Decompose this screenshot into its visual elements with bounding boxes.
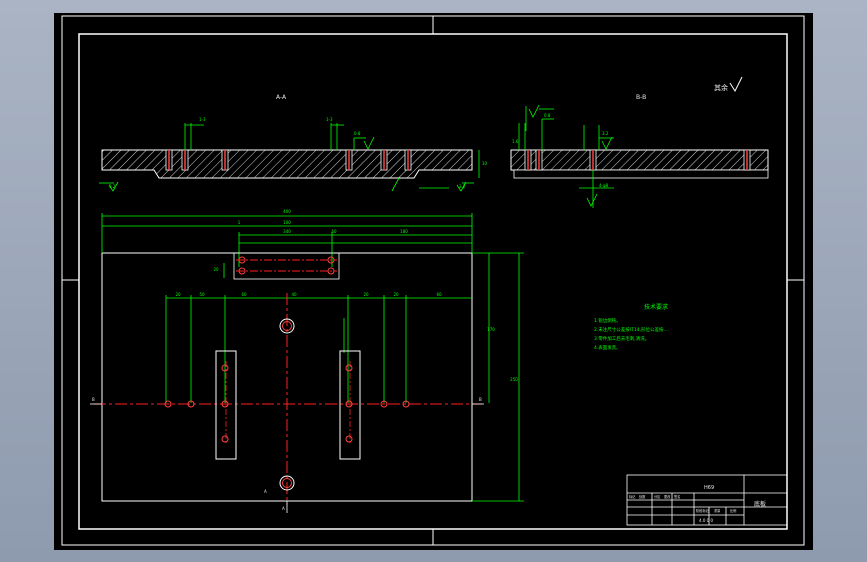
tech-req-line-1: 1.锐边倒钝。	[594, 317, 621, 324]
inner-border	[78, 33, 788, 530]
technical-requirements: 技术要求 1.锐边倒钝。 2.未注尺寸公差按IT14,形位公差按... 3.零件…	[594, 303, 668, 351]
svg-text:重量: 重量	[714, 508, 721, 513]
part-code: H69	[704, 485, 714, 491]
svg-text:A: A	[282, 506, 285, 511]
svg-text:3.2: 3.2	[459, 184, 466, 189]
roughness-note: 其余	[714, 76, 743, 93]
drawing-canvas: A-A 1-3 1-3 0.810 3.2 3.2 B-B 1.60.8 3.2…	[61, 15, 805, 546]
svg-text:4-φ8: 4-φ8	[599, 183, 609, 188]
section-label-a: A-A	[276, 94, 287, 101]
svg-text:阶段标记: 阶段标记	[696, 508, 710, 513]
svg-text:比例: 比例	[730, 508, 736, 513]
svg-text:20: 20	[175, 292, 181, 297]
svg-text:50: 50	[199, 292, 205, 297]
section-label-b: B-B	[636, 94, 646, 101]
svg-text:1-3: 1-3	[326, 117, 333, 122]
scale-row: 4.0 0 0	[699, 518, 713, 523]
svg-text:0.8: 0.8	[354, 131, 361, 136]
svg-text:1-3: 1-3	[199, 117, 206, 122]
svg-text:B: B	[479, 397, 482, 402]
svg-text:分区: 分区	[654, 494, 661, 499]
svg-text:340: 340	[283, 229, 291, 234]
svg-text:标记: 标记	[629, 494, 636, 499]
drawing-name: 底板	[754, 500, 766, 508]
svg-text:10: 10	[482, 161, 488, 166]
svg-text:0.8: 0.8	[544, 113, 551, 118]
cad-viewport[interactable]: A-A 1-3 1-3 0.8 10 3.2 3.2 B-B 1.6 0.8 3…	[54, 13, 813, 550]
tech-req-line-2: 2.未注尺寸公差按IT14,形位公差按...	[594, 326, 668, 333]
svg-text:60: 60	[331, 229, 337, 234]
svg-text:100: 100	[283, 220, 291, 225]
svg-text:A: A	[264, 489, 267, 494]
svg-text:3.2: 3.2	[602, 131, 609, 136]
svg-text:B: B	[92, 397, 95, 402]
tech-req-title: 技术要求	[644, 303, 668, 311]
svg-text:更改: 更改	[664, 494, 671, 499]
svg-text:170: 170	[487, 327, 495, 332]
svg-text:3.2: 3.2	[109, 184, 116, 189]
svg-text:20: 20	[363, 292, 369, 297]
svg-text:处数: 处数	[639, 494, 646, 499]
svg-text:180: 180	[400, 229, 408, 234]
tech-req-line-4: 4.表面发黑。	[594, 344, 621, 351]
plan-view: 400 1 100 340 60 180 20 50 60 40 20 20 60 170 2…	[90, 209, 524, 513]
svg-text:1: 1	[238, 220, 241, 225]
svg-text:1.6: 1.6	[512, 139, 519, 144]
svg-text:40: 40	[291, 292, 297, 297]
section-b-b: B-B 1.6 0.8 3.2 4-φ8	[510, 94, 769, 208]
svg-text:签名: 签名	[674, 494, 680, 499]
svg-text:20: 20	[393, 292, 399, 297]
tech-req-line-3: 3.零件加工后去毛刺,清洗。	[594, 335, 649, 342]
svg-text:其余: 其余	[714, 83, 728, 92]
center-marks	[62, 16, 804, 545]
svg-text:20: 20	[213, 267, 219, 272]
svg-text:60: 60	[436, 292, 442, 297]
section-a-a: A-A 1-3 1-3 0.810 3.2 3.2	[99, 94, 488, 192]
svg-text:400: 400	[283, 209, 291, 214]
svg-text:60: 60	[241, 292, 247, 297]
outer-frame	[61, 15, 805, 546]
svg-text:250: 250	[510, 377, 518, 382]
